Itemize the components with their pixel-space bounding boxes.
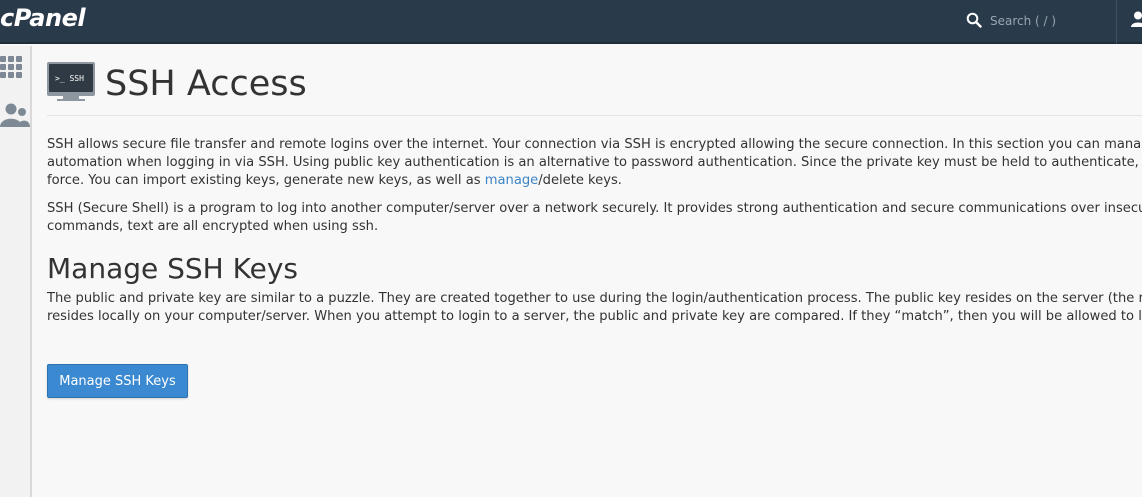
search-icon — [966, 12, 982, 28]
search-input[interactable] — [990, 11, 1100, 31]
navbar-divider — [1116, 0, 1117, 44]
manage-keys-link[interactable]: manage — [485, 173, 538, 188]
ssh-description: SSH (Secure Shell) is a program to log i… — [47, 201, 1142, 235]
user-menu-icon[interactable] — [1131, 11, 1142, 27]
ssh-terminal-icon: >_ SSH — [47, 62, 95, 101]
manage-ssh-keys-button[interactable]: Manage SSH Keys — [47, 364, 188, 398]
page-title: SSH Access — [105, 64, 307, 104]
grid-icon[interactable] — [0, 56, 24, 80]
page-header: >_ SSH SSH Access — [47, 62, 1142, 116]
cpanel-logo[interactable]: cPanel — [0, 4, 86, 32]
top-navbar: cPanel — [0, 0, 1142, 44]
section-title-manage-ssh-keys: Manage SSH Keys — [47, 252, 298, 285]
section-description: The public and private key are similar t… — [47, 291, 1142, 325]
intro-paragraph: SSH allows secure file transfer and remo… — [47, 136, 1142, 191]
sidebar — [0, 46, 32, 497]
ssh-icon-label: >_ SSH — [55, 74, 84, 83]
intro-text-end: /delete keys. — [538, 173, 622, 189]
users-icon[interactable] — [0, 103, 30, 129]
